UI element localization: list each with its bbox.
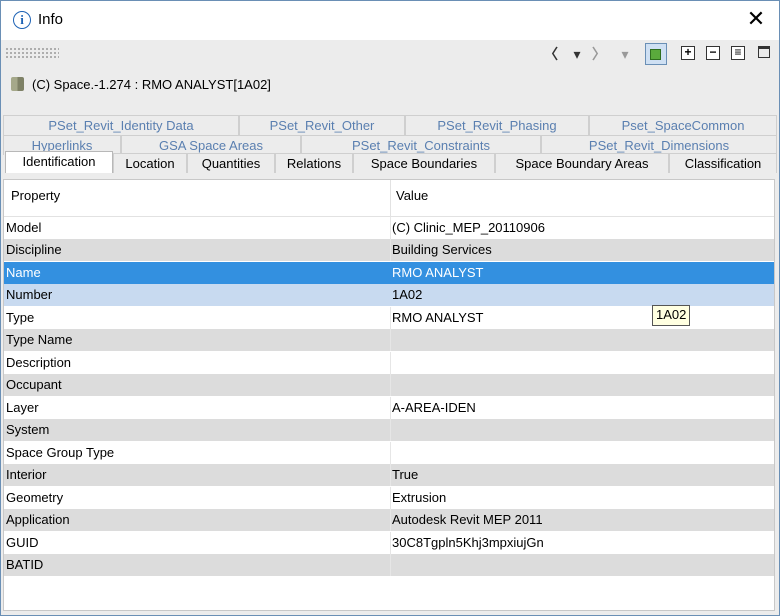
value-tooltip: 1A02	[652, 305, 691, 326]
value-cell: RMO ANALYST	[392, 265, 484, 280]
title-bar: i Info ✕	[1, 1, 779, 39]
back-dropdown-icon[interactable]: ▾	[567, 44, 587, 64]
property-cell: Type Name	[6, 332, 73, 347]
value-cell: A-AREA-IDEN	[392, 400, 476, 415]
table-row[interactable]: Description	[4, 352, 774, 374]
property-cell: Space Group Type	[6, 445, 115, 460]
value-cell: 1A02	[392, 287, 423, 302]
tab-identification[interactable]: Identification	[5, 151, 113, 173]
column-header-property[interactable]: Property	[11, 188, 60, 203]
property-cell: Geometry	[6, 490, 64, 505]
property-cell: GUID	[6, 535, 39, 550]
property-cell: Application	[6, 512, 70, 527]
expand-all-icon[interactable]: +	[681, 46, 695, 60]
property-cell: Type	[6, 310, 35, 325]
value-cell: Building Services	[392, 242, 492, 257]
tab-pset-revit-constraints[interactable]: PSet_Revit_Constraints	[301, 135, 541, 155]
table-row[interactable]: BATID	[4, 554, 774, 576]
tab-pset-revit-identity-data[interactable]: PSet_Revit_Identity Data	[3, 115, 239, 135]
tab-pset-revit-dimensions[interactable]: PSet_Revit_Dimensions	[541, 135, 777, 155]
table-row[interactable]: Interior True	[4, 464, 774, 486]
close-icon[interactable]: ✕	[741, 5, 771, 35]
tab-relations[interactable]: Relations	[275, 153, 353, 173]
property-cell: Layer	[6, 400, 39, 415]
table-row-hovered[interactable]: Number 1A02	[4, 284, 774, 306]
forward-dropdown-icon[interactable]: ▾	[615, 44, 635, 64]
space-object-icon	[11, 77, 24, 91]
tab-space-boundaries[interactable]: Space Boundaries	[353, 153, 495, 173]
value-cell: (C) Clinic_MEP_20110906	[392, 220, 545, 235]
value-cell: Extrusion	[392, 490, 447, 505]
table-row[interactable]: Occupant	[4, 374, 774, 396]
tab-row-1: PSet_Revit_Identity Data PSet_Revit_Othe…	[1, 115, 779, 135]
tab-gsa-space-areas[interactable]: GSA Space Areas	[121, 135, 301, 155]
tab-space-boundary-areas[interactable]: Space Boundary Areas	[495, 153, 669, 173]
tab-location[interactable]: Location	[113, 153, 187, 173]
property-cell: Model	[6, 220, 42, 235]
tab-quantities[interactable]: Quantities	[187, 153, 275, 173]
table-row-selected[interactable]: Name RMO ANALYST	[4, 262, 774, 284]
value-cell: Autodesk Revit MEP 2011	[392, 512, 543, 527]
property-table: Property Value Model (C) Clinic_MEP_20110…	[3, 179, 775, 611]
table-row[interactable]: Discipline Building Services	[4, 239, 774, 261]
info-window: i Info ✕ 〈 ▾ 〉 ▾ + − ≡ (C) Space.-1.274 …	[0, 0, 780, 616]
back-icon[interactable]: 〈	[541, 44, 561, 64]
collapse-icon[interactable]: ≡	[731, 46, 745, 60]
sync-selection-button[interactable]	[645, 43, 667, 65]
value-cell: 30C8Tgpln5Khj3mpxiujGn	[392, 535, 544, 550]
tab-pset-revit-phasing[interactable]: PSet_Revit_Phasing	[405, 115, 589, 135]
table-row[interactable]: Layer A-AREA-IDEN	[4, 397, 774, 419]
property-cell: Interior	[6, 467, 47, 482]
maximize-icon[interactable]	[758, 46, 770, 58]
table-row[interactable]: Space Group Type	[4, 442, 774, 464]
table-row[interactable]: Model (C) Clinic_MEP_20110906	[4, 217, 774, 239]
window-title: Info	[38, 11, 64, 28]
tab-row-2: Hyperlinks GSA Space Areas PSet_Revit_Co…	[1, 135, 779, 155]
value-cell: RMO ANALYST	[392, 310, 484, 325]
tab-pset-revit-other[interactable]: PSet_Revit_Other	[239, 115, 405, 135]
property-cell: Occupant	[6, 377, 62, 392]
table-row[interactable]: Type Name	[4, 329, 774, 351]
property-cell: BATID	[6, 557, 44, 572]
table-row[interactable]: GUID 30C8Tgpln5Khj3mpxiujGn	[4, 532, 774, 554]
table-row[interactable]: Application Autodesk Revit MEP 2011	[4, 509, 774, 531]
table-row[interactable]: Geometry Extrusion	[4, 487, 774, 509]
value-cell: True	[392, 467, 419, 482]
sync-selection-icon	[650, 49, 661, 60]
drag-handle[interactable]	[5, 47, 59, 59]
forward-icon[interactable]: 〉	[589, 44, 609, 64]
tab-classification[interactable]: Classification	[669, 153, 777, 173]
property-cell: Number	[6, 287, 53, 302]
table-header: Property Value	[4, 180, 774, 217]
info-panel: 〈 ▾ 〉 ▾ + − ≡ (C) Space.-1.274 : RMO ANA…	[1, 40, 779, 615]
selected-object-breadcrumb: (C) Space.-1.274 : RMO ANALYST[1A02]	[32, 77, 271, 92]
info-icon: i	[13, 11, 31, 29]
property-cell: System	[6, 422, 50, 437]
column-divider[interactable]	[390, 180, 391, 216]
property-cell: Name	[6, 265, 41, 280]
table-row[interactable]: System	[4, 419, 774, 441]
property-cell: Discipline	[6, 242, 62, 257]
property-cell: Description	[6, 355, 72, 370]
tab-row-3: Identification Location Quantities Relat…	[1, 151, 779, 173]
column-header-value[interactable]: Value	[396, 188, 428, 203]
tab-pset-spacecommon[interactable]: Pset_SpaceCommon	[589, 115, 777, 135]
collapse-all-icon[interactable]: −	[706, 46, 720, 60]
